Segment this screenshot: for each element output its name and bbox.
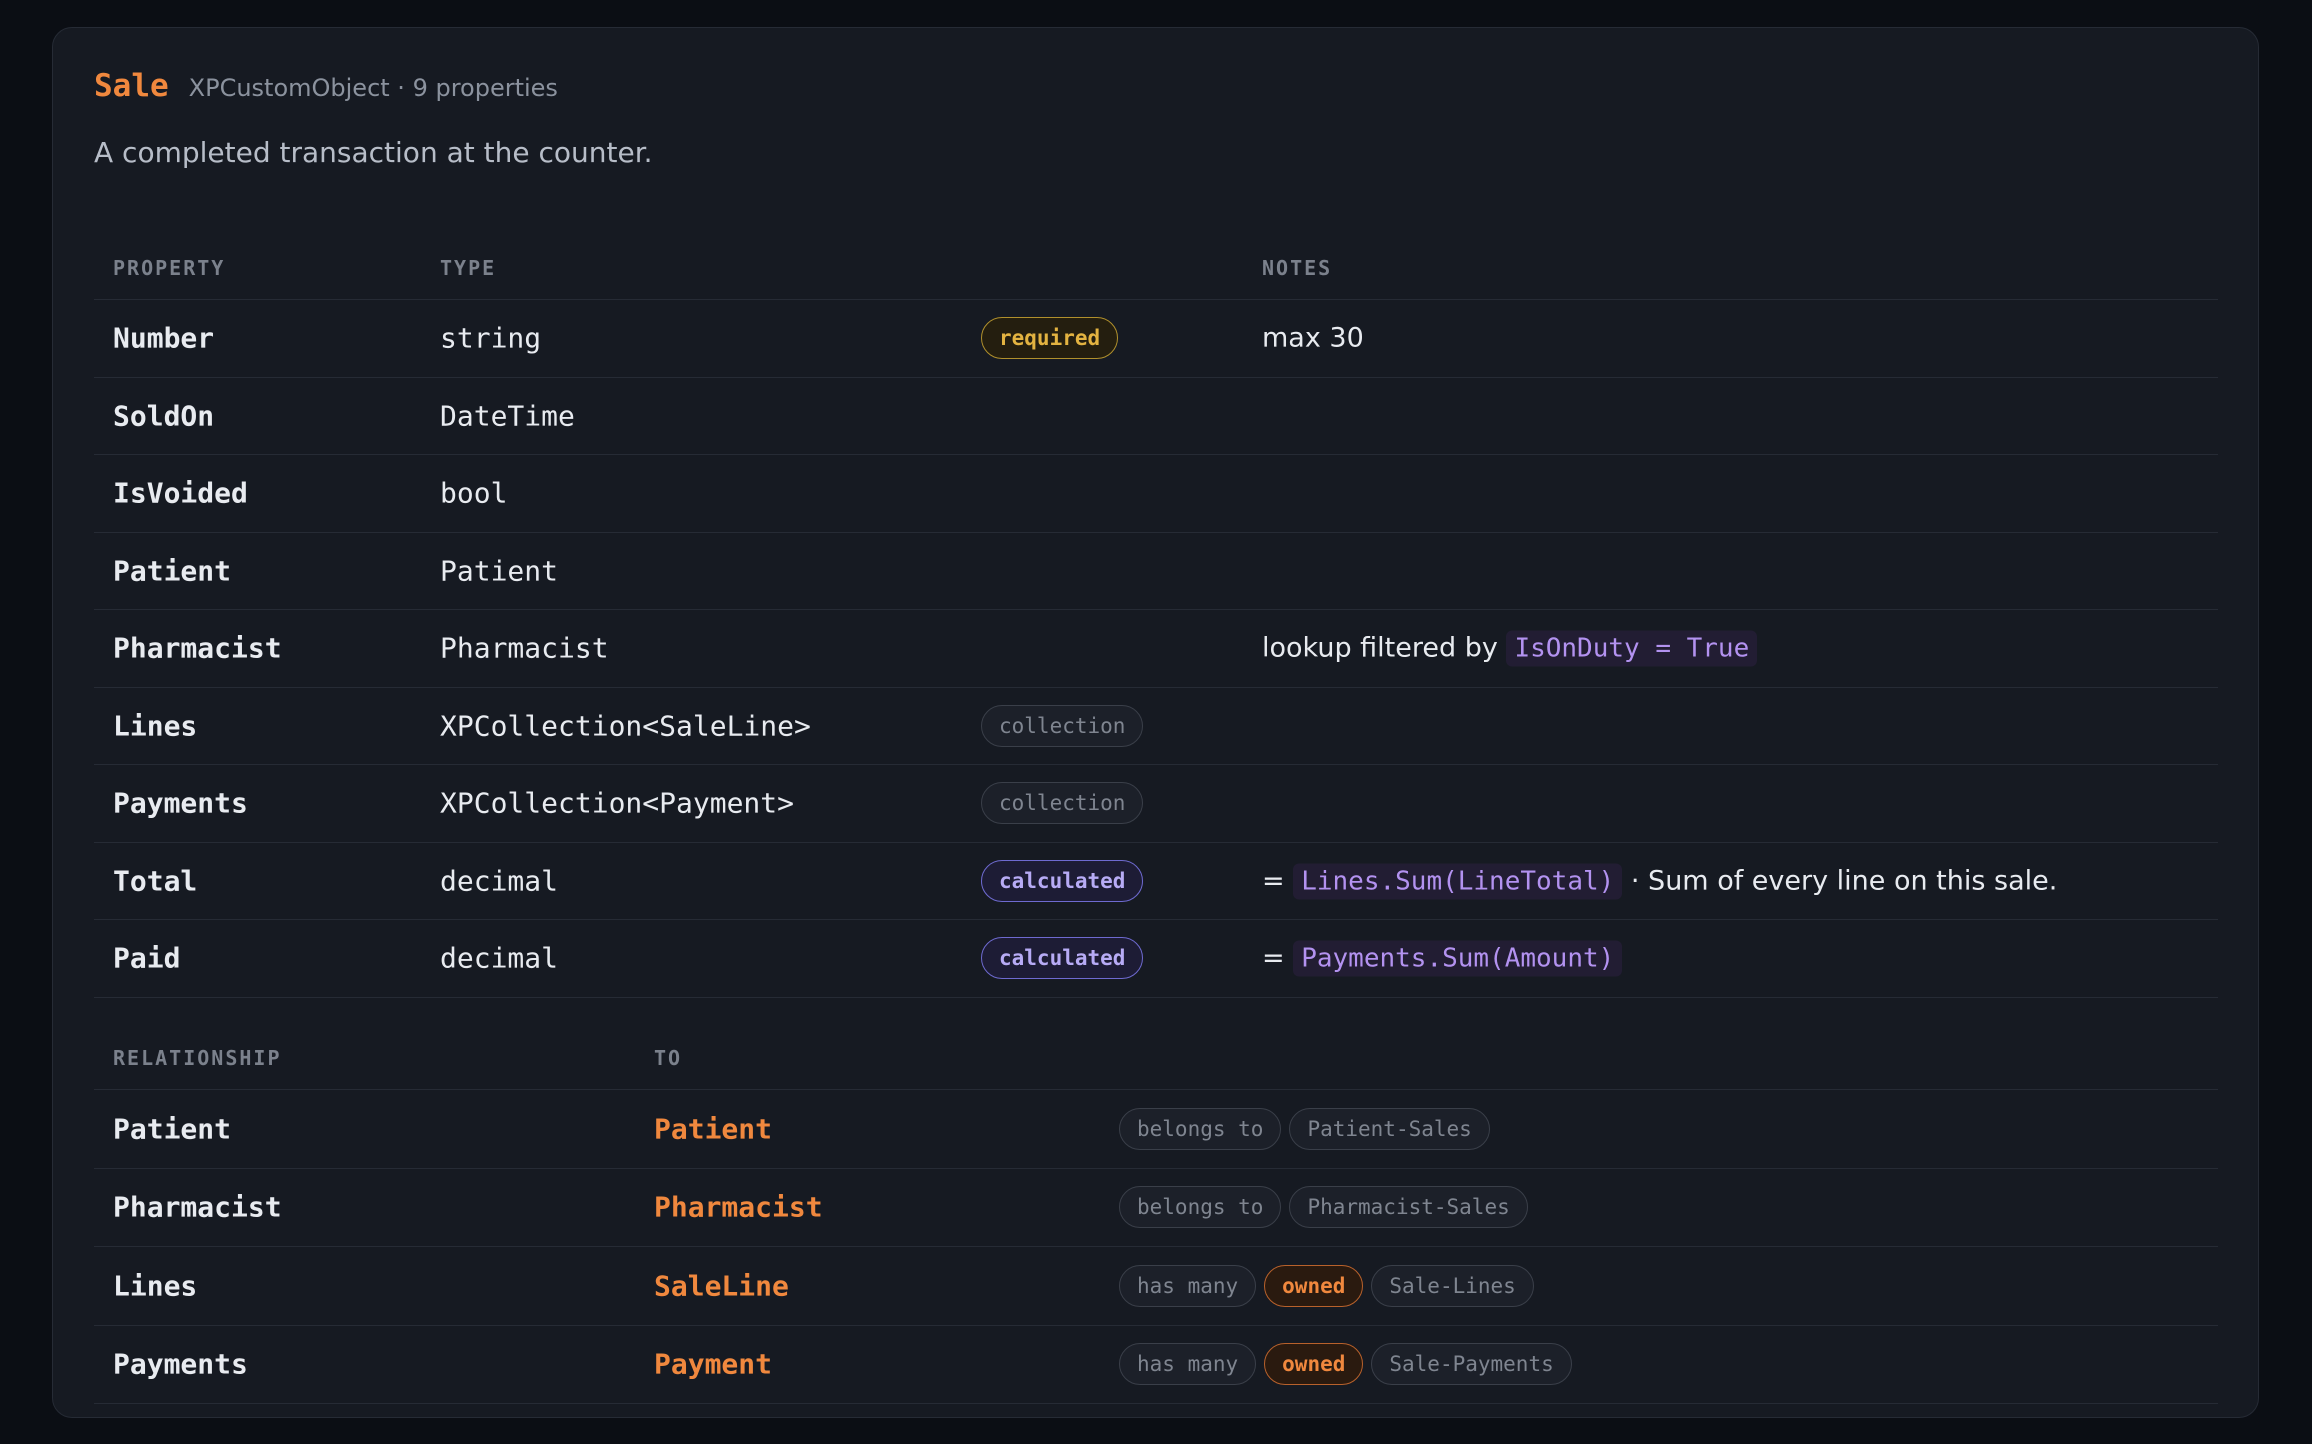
kind-badge: belongs to	[1119, 1107, 1282, 1150]
kind-badge: has many	[1119, 1343, 1257, 1386]
property-type: decimal	[440, 941, 559, 975]
relationship-row-pharmacist[interactable]: Pharmacist Pharmacist belongs to Pharmaci…	[94, 1169, 2218, 1247]
relationship-target-link[interactable]: Patient	[654, 1112, 772, 1145]
relationships-header-row: RELATIONSHIP TO	[94, 1018, 2218, 1090]
relationship-target-link[interactable]: Payment	[654, 1348, 772, 1381]
kind-badge: has many	[1119, 1264, 1257, 1307]
relationship-target-link[interactable]: Pharmacist	[654, 1191, 823, 1224]
property-row-lines[interactable]: Lines XPCollection<SaleLine> collection	[94, 688, 2218, 765]
note-suffix: · Sum of every line on this sale.	[1630, 865, 2058, 897]
relationship-name: Pharmacist	[113, 1190, 282, 1224]
relationship-tags: has many owned Sale-Lines	[1119, 1264, 1542, 1307]
entity-description: A completed transaction at the counter.	[94, 136, 653, 169]
property-row-paid[interactable]: Paid decimal calculated = Payments.Sum(A…	[94, 920, 2218, 998]
property-name: Pharmacist	[113, 631, 282, 665]
collection-badge: collection	[981, 782, 1144, 825]
header-notes: NOTES	[1262, 256, 1333, 280]
required-badge: required	[981, 317, 1119, 360]
property-name: Number	[113, 321, 215, 355]
property-type: string	[440, 321, 542, 355]
property-row-pharmacist[interactable]: Pharmacist Pharmacist lookup filtered by…	[94, 610, 2218, 688]
note-equals: =	[1262, 942, 1285, 974]
owned-badge: owned	[1264, 1343, 1364, 1386]
association-badge: Pharmacist-Sales	[1289, 1186, 1528, 1229]
property-row-soldon[interactable]: SoldOn DateTime	[94, 378, 2218, 455]
property-note: lookup filtered by IsOnDuty = True	[1262, 630, 1758, 667]
collection-badge: collection	[981, 704, 1144, 747]
property-type: XPCollection<SaleLine>	[440, 709, 811, 743]
header-property: PROPERTY	[113, 256, 226, 280]
property-type: bool	[440, 476, 508, 510]
property-row-patient[interactable]: Patient Patient	[94, 533, 2218, 610]
calculated-badge: calculated	[981, 859, 1144, 902]
property-name: Payments	[113, 786, 248, 820]
properties-header-row: PROPERTY TYPE NOTES	[94, 228, 2218, 300]
relationship-row-payments[interactable]: Payments Payment has many owned Sale-Payme…	[94, 1326, 2218, 1404]
property-row-isvoided[interactable]: IsVoided bool	[94, 455, 2218, 533]
relationship-tags: belongs to Pharmacist-Sales	[1119, 1186, 1536, 1229]
note-equals: =	[1262, 865, 1285, 897]
property-name: Patient	[113, 554, 232, 588]
properties-table: PROPERTY TYPE NOTES Number string requir…	[94, 228, 2218, 998]
property-row-number[interactable]: Number string required max 30	[94, 300, 2218, 378]
association-badge: Sale-Payments	[1371, 1343, 1572, 1386]
association-badge: Sale-Lines	[1371, 1264, 1534, 1307]
property-name: Lines	[113, 709, 198, 743]
header-type: TYPE	[440, 256, 497, 280]
property-name: Paid	[113, 941, 181, 975]
property-name: SoldOn	[113, 399, 215, 433]
owned-badge: owned	[1264, 1264, 1364, 1307]
header-relationship: RELATIONSHIP	[113, 1046, 282, 1070]
property-type: Pharmacist	[440, 631, 609, 665]
relationship-tags: has many owned Sale-Payments	[1119, 1343, 1580, 1386]
property-type: DateTime	[440, 399, 575, 433]
entity-meta: XPCustomObject · 9 properties	[188, 74, 558, 102]
relationship-row-lines[interactable]: Lines SaleLine has many owned Sale-Lines	[94, 1247, 2218, 1326]
header-to: TO	[654, 1046, 683, 1070]
property-type: Patient	[440, 554, 559, 588]
note-prefix: lookup filtered by	[1262, 632, 1498, 664]
note-code: Payments.Sum(Amount)	[1293, 940, 1623, 977]
property-row-payments[interactable]: Payments XPCollection<Payment> collectio…	[94, 765, 2218, 843]
property-type: XPCollection<Payment>	[440, 786, 795, 820]
relationships-table: RELATIONSHIP TO Patient Patient belongs …	[94, 1018, 2218, 1404]
property-name: Total	[113, 864, 198, 898]
relationship-name: Patient	[113, 1112, 232, 1146]
note-code: IsOnDuty = True	[1506, 630, 1758, 667]
entity-header: Sale XPCustomObject · 9 properties	[94, 68, 558, 104]
relationship-row-patient[interactable]: Patient Patient belongs to Patient-Sales	[94, 1090, 2218, 1169]
property-note: max 30	[1262, 322, 1364, 354]
entity-title: Sale	[94, 68, 169, 104]
relationship-tags: belongs to Patient-Sales	[1119, 1107, 1498, 1150]
entity-card: Sale XPCustomObject · 9 properties A com…	[52, 27, 2259, 1418]
association-badge: Patient-Sales	[1289, 1107, 1490, 1150]
kind-badge: belongs to	[1119, 1186, 1282, 1229]
property-row-total[interactable]: Total decimal calculated = Lines.Sum(Lin…	[94, 843, 2218, 920]
property-note: = Payments.Sum(Amount)	[1262, 940, 1623, 977]
note-code: Lines.Sum(LineTotal)	[1293, 863, 1623, 900]
property-name: IsVoided	[113, 476, 248, 510]
calculated-badge: calculated	[981, 937, 1144, 980]
relationship-name: Payments	[113, 1347, 248, 1381]
relationship-name: Lines	[113, 1269, 198, 1303]
property-note: = Lines.Sum(LineTotal) · Sum of every li…	[1262, 863, 2058, 900]
property-type: decimal	[440, 864, 559, 898]
relationship-target-link[interactable]: SaleLine	[654, 1269, 789, 1302]
